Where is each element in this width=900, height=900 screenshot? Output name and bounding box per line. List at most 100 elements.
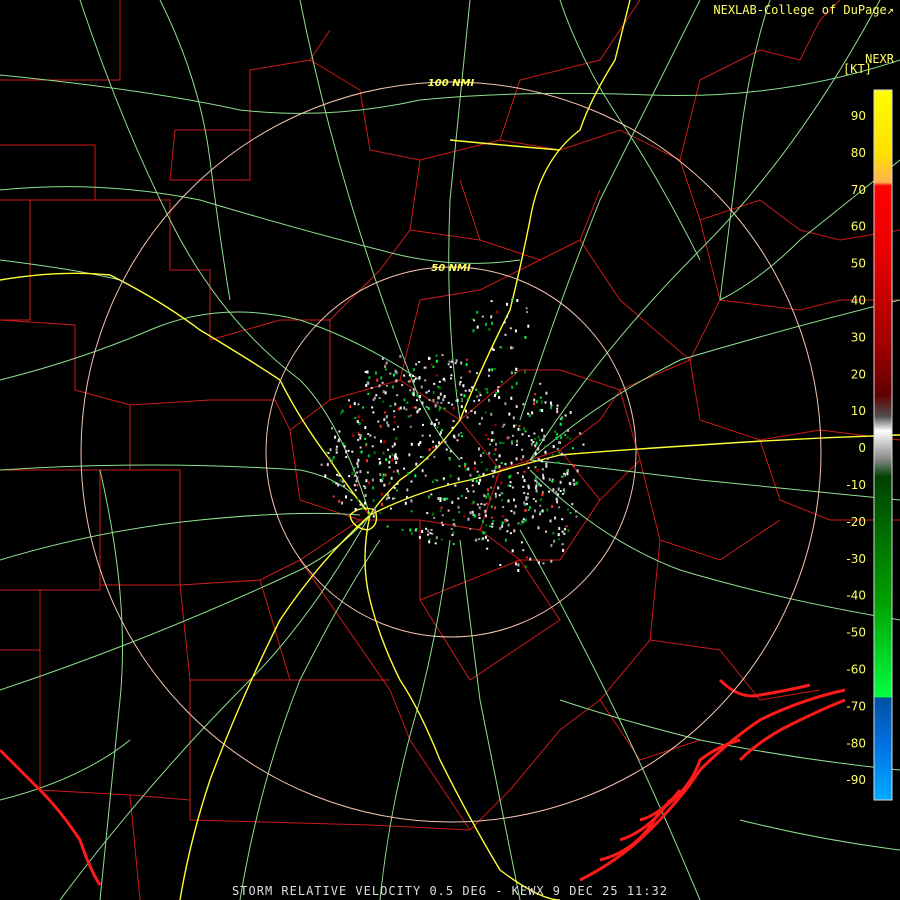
velocity-pixel	[450, 358, 453, 361]
color-scale-tick-label: 40	[851, 294, 866, 308]
velocity-pixel	[418, 408, 421, 411]
velocity-pixel	[534, 500, 537, 503]
velocity-pixel	[436, 426, 439, 429]
velocity-pixel	[572, 464, 575, 468]
velocity-pixel	[353, 483, 356, 486]
velocity-pixel	[432, 446, 435, 449]
velocity-pixel	[503, 321, 506, 324]
velocity-pixel	[491, 522, 494, 525]
velocity-pixel	[338, 499, 341, 503]
velocity-pixel	[563, 528, 566, 531]
velocity-pixel	[569, 512, 572, 514]
velocity-pixel	[539, 484, 542, 487]
velocity-pixel	[514, 371, 517, 374]
velocity-pixel	[421, 434, 424, 437]
velocity-pixel	[407, 472, 410, 475]
velocity-pixel	[416, 393, 419, 397]
velocity-pixel	[511, 346, 514, 349]
velocity-pixel	[541, 509, 544, 513]
velocity-pixel	[523, 479, 526, 483]
velocity-pixel	[332, 481, 335, 484]
velocity-pixel	[513, 424, 516, 428]
velocity-pixel	[418, 376, 421, 380]
velocity-pixel	[441, 524, 444, 526]
velocity-pixel	[335, 451, 338, 454]
velocity-pixel	[435, 418, 438, 421]
velocity-pixel	[425, 527, 428, 530]
velocity-pixel	[524, 335, 527, 339]
velocity-pixel	[521, 433, 524, 436]
velocity-pixel	[410, 442, 413, 446]
velocity-pixel	[449, 474, 452, 478]
velocity-pixel	[532, 498, 535, 500]
velocity-pixel	[458, 465, 461, 468]
velocity-pixel	[484, 531, 487, 534]
velocity-pixel	[389, 372, 392, 375]
velocity-pixel	[335, 445, 338, 448]
velocity-pixel	[457, 505, 460, 509]
velocity-pixel	[530, 439, 533, 442]
velocity-pixel	[533, 438, 536, 441]
velocity-pixel	[558, 538, 561, 541]
velocity-pixel	[525, 502, 528, 505]
velocity-pixel	[536, 400, 538, 404]
velocity-pixel	[534, 393, 537, 396]
velocity-pixel	[467, 490, 470, 493]
velocity-pixel	[356, 484, 359, 487]
velocity-pixel	[320, 463, 323, 466]
velocity-pixel	[385, 497, 388, 501]
velocity-pixel	[415, 528, 418, 530]
velocity-pixel	[564, 414, 567, 417]
velocity-pixel	[534, 509, 536, 513]
velocity-pixel	[481, 416, 483, 420]
velocity-pixel	[451, 533, 454, 536]
velocity-pixel	[452, 406, 455, 410]
velocity-pixel	[490, 300, 493, 303]
velocity-pixel	[489, 443, 492, 446]
velocity-pixel	[450, 377, 452, 380]
velocity-pixel	[478, 422, 481, 425]
velocity-pixel	[392, 428, 395, 431]
credit-label[interactable]: NEXLAB-College of DuPage↗	[713, 3, 894, 17]
velocity-pixel	[511, 298, 514, 301]
velocity-pixel	[482, 537, 485, 541]
velocity-pixel	[488, 327, 491, 331]
velocity-pixel	[437, 497, 440, 500]
velocity-pixel	[354, 508, 357, 511]
velocity-pixel	[372, 411, 375, 414]
velocity-pixel	[371, 478, 374, 482]
velocity-pixel	[439, 509, 442, 512]
velocity-pixel	[526, 492, 529, 495]
velocity-pixel	[523, 427, 526, 431]
velocity-pixel	[578, 432, 581, 435]
velocity-pixel	[465, 496, 468, 499]
velocity-pixel	[557, 533, 560, 537]
velocity-pixel	[513, 529, 516, 533]
color-scale-tick-label: -60	[846, 663, 866, 677]
velocity-pixel	[391, 453, 394, 457]
velocity-pixel	[480, 461, 483, 464]
velocity-pixel	[452, 543, 455, 545]
velocity-pixel	[467, 517, 470, 521]
velocity-pixel	[382, 473, 385, 477]
velocity-pixel	[427, 495, 430, 499]
velocity-pixel	[557, 461, 560, 464]
velocity-pixel	[486, 391, 489, 394]
velocity-pixel	[467, 370, 470, 373]
velocity-pixel	[356, 420, 359, 424]
velocity-pixel	[384, 473, 387, 477]
velocity-pixel	[409, 528, 412, 532]
velocity-pixel	[441, 514, 444, 517]
velocity-pixel	[385, 361, 388, 365]
radar-map: 100 NMI 50 NMI 9080706050403020100-10-20…	[0, 0, 900, 900]
velocity-pixel	[328, 457, 331, 460]
color-scale-tick-label: -30	[846, 552, 866, 566]
velocity-pixel	[431, 532, 434, 535]
velocity-pixel	[351, 450, 354, 453]
velocity-pixel	[378, 385, 381, 388]
velocity-pixel	[418, 535, 421, 539]
velocity-pixel	[479, 478, 482, 482]
velocity-pixel	[542, 562, 545, 565]
velocity-pixel	[500, 380, 503, 383]
velocity-pixel	[434, 404, 437, 408]
